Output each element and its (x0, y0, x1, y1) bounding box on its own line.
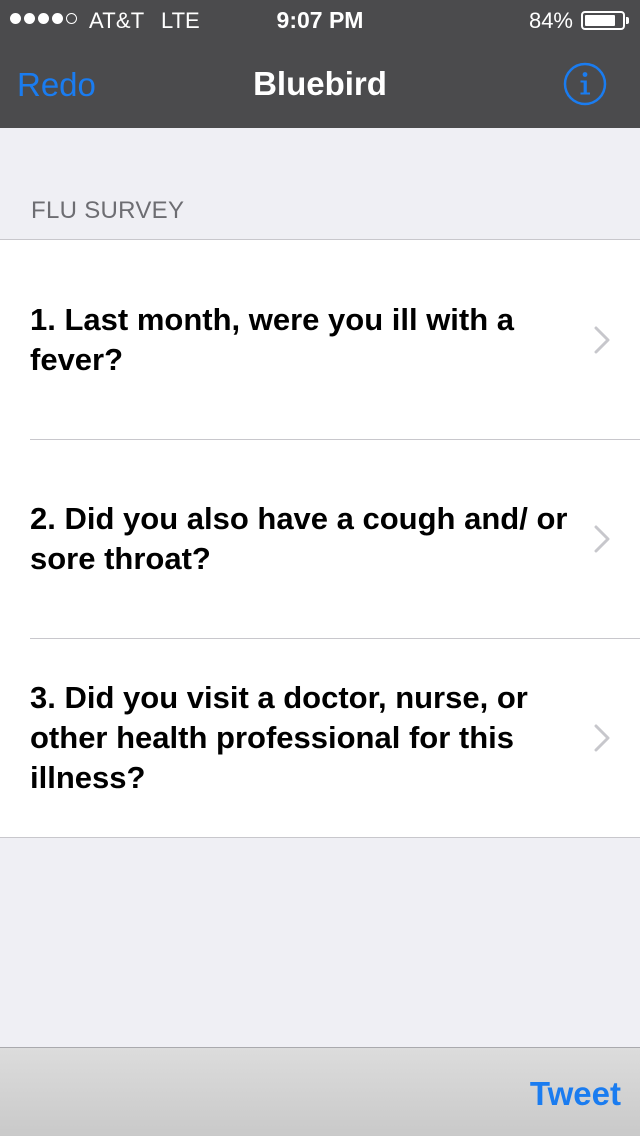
question-text: 2. Did you also have a cough and/ or sor… (30, 500, 568, 576)
info-button[interactable] (563, 62, 607, 106)
battery-percent: 84% (528, 8, 573, 33)
survey-question-row[interactable]: 2. Did you also have a cough and/ or sor… (0, 439, 640, 638)
question-text: 1. Last month, were you ill with a fever… (30, 301, 515, 377)
bottom-toolbar: Tweet (0, 1047, 640, 1136)
chevron-right-icon (594, 525, 610, 552)
app-screen: AT&T LTE 9:07 PM 84% Redo Bluebird FLU S… (0, 0, 640, 1136)
battery-level-fill (585, 15, 616, 26)
nav-title: Bluebird (253, 65, 387, 102)
survey-question-row[interactable]: 3. Did you visit a doctor, nurse, or oth… (0, 638, 640, 837)
tweet-button[interactable]: Tweet (530, 1075, 621, 1113)
chevron-right-icon (594, 724, 610, 751)
chevron-right-icon (594, 326, 610, 353)
survey-question-row[interactable]: 1. Last month, were you ill with a fever… (0, 240, 640, 439)
battery-icon (581, 11, 629, 30)
section-header: FLU SURVEY (31, 197, 185, 224)
info-icon (563, 62, 607, 106)
question-text: 3. Did you visit a doctor, nurse, or oth… (30, 679, 528, 795)
survey-question-list: 1. Last month, were you ill with a fever… (0, 239, 640, 838)
status-bar: AT&T LTE 9:07 PM 84% (0, 0, 640, 40)
navigation-bar: Redo Bluebird (0, 40, 640, 128)
